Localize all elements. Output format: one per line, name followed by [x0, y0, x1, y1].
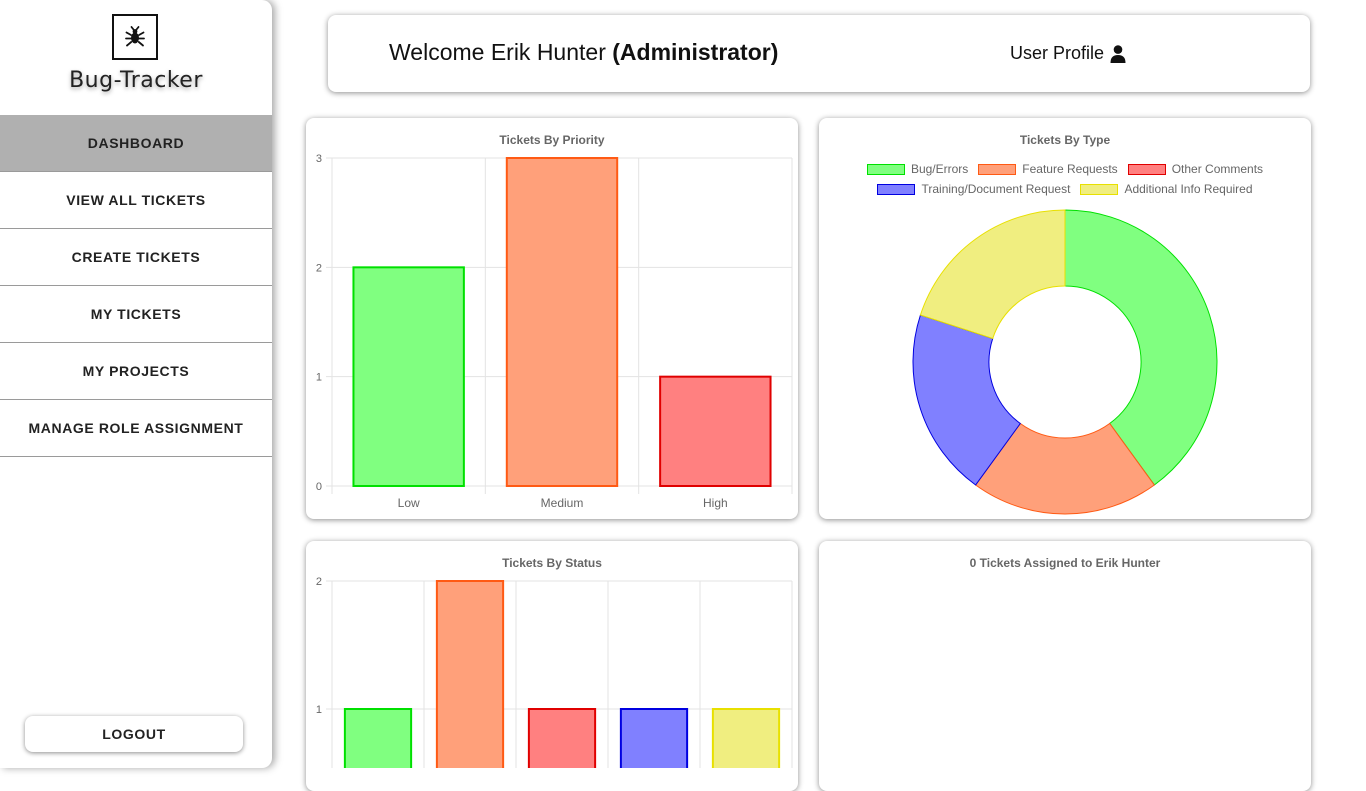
- bug-icon: [112, 14, 158, 60]
- y-tick-label: 1: [316, 372, 322, 384]
- sidebar-item-manage-role-assignment[interactable]: MANAGE ROLE ASSIGNMENT: [0, 400, 272, 457]
- welcome-header: Welcome Erik Hunter (Administrator) User…: [328, 15, 1310, 92]
- y-tick-label: 1: [316, 704, 322, 716]
- user-icon: [1110, 44, 1126, 63]
- x-tick-label: Low: [398, 496, 420, 510]
- y-tick-label: 2: [316, 576, 322, 588]
- bar: [527, 708, 597, 768]
- assigned-tickets-card: 0 Tickets Assigned to Erik Hunter: [819, 541, 1311, 791]
- user-profile-link[interactable]: User Profile: [1010, 43, 1126, 64]
- priority-bar-chart: 0 1 2 3 Low Medium High: [316, 153, 793, 510]
- bar: [343, 708, 413, 768]
- user-profile-label: User Profile: [1010, 43, 1105, 63]
- app-name: Bug-Tracker: [69, 68, 203, 93]
- y-tick-label: 0: [316, 481, 322, 493]
- bar: [711, 708, 781, 768]
- y-tick-label: 2: [316, 262, 322, 274]
- welcome-message: Welcome Erik Hunter (Administrator): [389, 39, 778, 66]
- bar: [619, 708, 689, 768]
- x-tick-label: Medium: [541, 496, 584, 510]
- sidebar-item-create-tickets[interactable]: CREATE TICKETS: [0, 229, 272, 286]
- type-doughnut-chart: [912, 209, 1218, 515]
- bar: [659, 375, 772, 487]
- tickets-by-priority-card: Tickets By Priority 0 1 2 3 Low Medium High: [306, 118, 798, 519]
- bar: [505, 157, 619, 487]
- sidebar-item-view-all-tickets[interactable]: VIEW ALL TICKETS: [0, 172, 272, 229]
- bar: [435, 580, 505, 768]
- bar: [352, 266, 465, 487]
- sidebar-nav: DASHBOARD VIEW ALL TICKETS CREATE TICKET…: [0, 115, 272, 457]
- user-role: (Administrator): [612, 39, 779, 65]
- doughnut-slice: [919, 209, 1066, 340]
- sidebar: Bug-Tracker DASHBOARD VIEW ALL TICKETS C…: [0, 0, 272, 768]
- y-tick-label: 3: [316, 153, 322, 165]
- assigned-tickets-title: 0 Tickets Assigned to Erik Hunter: [969, 556, 1161, 570]
- tickets-by-type-card: Tickets By Type Bug/Errors Feature Reques…: [819, 118, 1311, 519]
- sidebar-item-dashboard[interactable]: DASHBOARD: [0, 115, 272, 172]
- x-tick-label: High: [703, 496, 728, 510]
- status-bar-chart: 12: [316, 576, 793, 768]
- tickets-by-status-card: Tickets By Status 12: [306, 541, 798, 791]
- welcome-text: Welcome Erik Hunter: [389, 39, 606, 65]
- sidebar-item-my-tickets[interactable]: MY TICKETS: [0, 286, 272, 343]
- sidebar-item-my-projects[interactable]: MY PROJECTS: [0, 343, 272, 400]
- logout-button[interactable]: LOGOUT: [25, 716, 243, 752]
- app-logo[interactable]: Bug-Tracker: [0, 0, 272, 115]
